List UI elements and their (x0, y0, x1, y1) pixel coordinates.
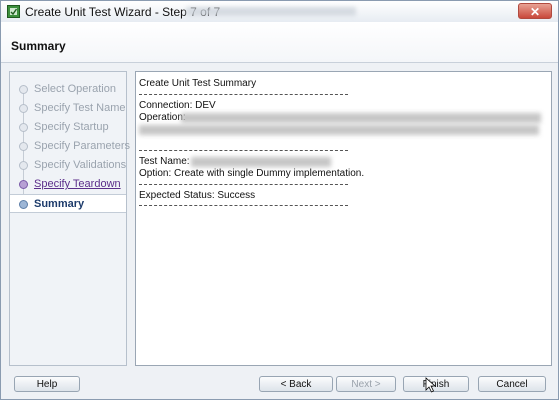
nav-step-label: Summary (34, 198, 85, 210)
nav-step-specify-validations: Specify Validations (10, 156, 126, 175)
separator-line (139, 184, 348, 185)
nav-step-label: Specify Teardown (34, 178, 121, 190)
step-indicator-icon (19, 104, 28, 113)
nav-step-label: Specify Validations (34, 159, 127, 171)
connection-line: Connection: DEV (139, 100, 216, 111)
nav-step-select-operation: Select Operation (10, 80, 126, 99)
nav-step-label: Specify Test Name (34, 102, 126, 114)
title-redacted-region (186, 7, 356, 16)
operation-redacted-region (181, 113, 541, 123)
step-indicator-icon (19, 142, 28, 151)
back-button[interactable]: < Back (259, 376, 333, 392)
mouse-cursor-icon (425, 377, 437, 393)
nav-step-label: Specify Startup (34, 121, 109, 133)
summary-text-area[interactable]: Create Unit Test Summary Connection: DEV… (135, 71, 552, 366)
close-button[interactable]: ✕ (518, 3, 552, 19)
nav-step-summary[interactable]: Summary (10, 194, 126, 213)
nav-step-specify-parameters: Specify Parameters (10, 137, 130, 156)
next-button[interactable]: Next > (336, 376, 396, 392)
separator-line (139, 205, 348, 206)
help-button[interactable]: Help (14, 376, 80, 392)
nav-step-specify-test-name: Specify Test Name (10, 99, 126, 118)
step-indicator-icon (19, 161, 28, 170)
nav-step-label: Select Operation (34, 83, 116, 95)
wizard-header: Summary (1, 22, 558, 63)
operation-label: Operation: (139, 112, 186, 123)
separator-line (139, 94, 348, 95)
step-indicator-icon (19, 200, 28, 209)
app-icon (7, 5, 20, 18)
nav-step-specify-teardown[interactable]: Specify Teardown (10, 175, 126, 194)
page-title: Summary (11, 39, 66, 53)
step-indicator-icon (19, 85, 28, 94)
separator-line (139, 150, 348, 151)
title-bar[interactable]: Create Unit Test Wizard - Step 7 of 7 ✕ (1, 1, 558, 22)
step-indicator-icon (19, 180, 28, 189)
wizard-steps-nav: Select Operation Specify Test Name Speci… (9, 71, 130, 366)
nav-step-label: Specify Parameters (34, 140, 130, 152)
test-name-redacted-region (191, 157, 331, 167)
option-line: Option: Create with single Dummy impleme… (139, 168, 365, 179)
operation-redacted-region-2 (139, 125, 539, 135)
cancel-button[interactable]: Cancel (478, 376, 546, 392)
summary-heading: Create Unit Test Summary (139, 78, 257, 89)
step-indicator-icon (19, 123, 28, 132)
test-name-label: Test Name: (139, 156, 190, 167)
wizard-window: Create Unit Test Wizard - Step 7 of 7 ✕ … (0, 0, 559, 400)
expected-status-line: Expected Status: Success (139, 190, 256, 201)
nav-step-specify-startup: Specify Startup (10, 118, 126, 137)
